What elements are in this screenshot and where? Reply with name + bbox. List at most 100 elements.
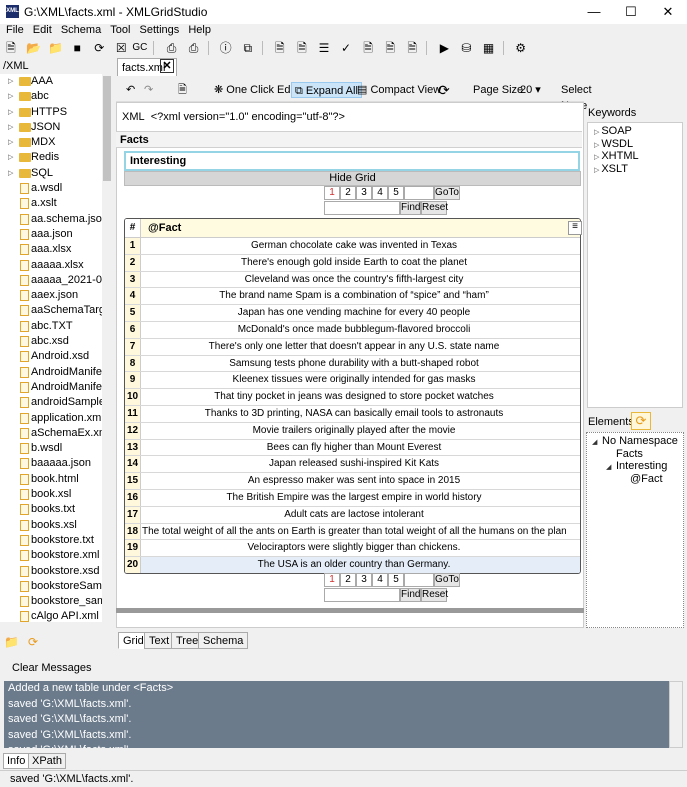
close-tab-icon[interactable]: ✕ (160, 59, 174, 73)
clear-messages-button[interactable]: Clear Messages (12, 662, 91, 674)
fact-cell[interactable]: Velociraptors were slightly bigger than … (142, 540, 566, 556)
file-item[interactable]: AndroidManifest (0, 365, 112, 380)
folder-item[interactable]: ▷ abc (0, 89, 112, 104)
fact-cell[interactable]: German chocolate cake was invented in Te… (142, 238, 566, 254)
run-icon[interactable]: ▶ (437, 41, 451, 55)
row-number[interactable]: 9 (125, 372, 141, 389)
file-item[interactable]: aSchemaEx.xml (0, 426, 112, 441)
table-row[interactable]: 18 The total weight of all the ants on Ea… (125, 523, 580, 541)
page-3-button[interactable]: 3 (356, 573, 372, 587)
element-node[interactable]: @Fact (620, 473, 663, 485)
collapse-caret-icon[interactable]: ◢ (592, 438, 602, 446)
folder-item[interactable]: ▷ AAA (0, 74, 112, 89)
file-tree[interactable]: ▷ AAA ▷ abc ▷ HTTPS ▷ JSON ▷ MDX ▷ Redis ▷ SQL a.wsdl a… (0, 74, 112, 622)
page-1-button[interactable]: 1 (324, 186, 340, 200)
keyword-item[interactable]: ▷ SOAP (594, 125, 632, 137)
file-item[interactable]: bookstore.xsd (0, 564, 112, 579)
table-row[interactable]: 7 There's only one letter that doesn't ap… (125, 338, 580, 356)
row-number[interactable]: 14 (125, 456, 141, 473)
open-folder-icon[interactable]: 📁 (4, 635, 19, 649)
row-number[interactable]: 1 (125, 238, 141, 254)
goto-input[interactable] (404, 186, 434, 200)
fact-cell[interactable]: Japan has one vending machine for every … (142, 305, 566, 321)
gc-button[interactable]: GC (132, 42, 147, 53)
table-row[interactable]: 13 Bees can fly higher than Mount Everest (125, 439, 580, 457)
file-item[interactable]: book.html (0, 472, 112, 487)
file-item[interactable]: aaaaa_2021-09-0 (0, 273, 112, 288)
message-item[interactable]: Added a new table under <Facts> (4, 681, 683, 697)
open-file-icon[interactable]: 📁 (48, 41, 63, 55)
expand-caret-icon[interactable]: ▷ (8, 150, 13, 165)
file-item[interactable]: application.xml (0, 411, 112, 426)
fact-cell[interactable]: There's enough gold inside Earth to coat… (142, 255, 566, 271)
folder-item[interactable]: ▷ SQL (0, 166, 112, 181)
file-tree-scroll-thumb[interactable] (103, 76, 111, 181)
page-2-button[interactable]: 2 (340, 573, 356, 587)
expand-all-button[interactable]: ⧉ Expand All (291, 82, 362, 98)
fact-cell[interactable]: That tiny pocket in jeans was designed t… (142, 389, 566, 405)
row-number[interactable]: 15 (125, 473, 141, 489)
row-number[interactable]: 3 (125, 271, 141, 288)
folder-item[interactable]: ▷ HTTPS (0, 105, 112, 120)
table-row[interactable]: 19 Velociraptors were slightly bigger tha… (125, 540, 580, 558)
file-item[interactable]: aaa.xlsx (0, 242, 112, 257)
row-number[interactable]: 20 (125, 557, 141, 573)
table-row[interactable]: 12 Movie trailers originally played after… (125, 422, 580, 440)
row-number[interactable]: 18 (125, 523, 141, 540)
refresh-elements-icon[interactable]: ⟳ (631, 412, 651, 430)
table-row[interactable]: 2 There's enough gold inside Earth to coa… (125, 254, 580, 272)
fact-cell[interactable]: Adult cats are lactose intolerant (142, 507, 566, 523)
print-preview-icon[interactable]: ⎙ (187, 41, 201, 55)
find-button[interactable]: Find (400, 588, 421, 602)
folder-item[interactable]: ▷ MDX (0, 135, 112, 150)
folder-item[interactable]: ▷ Redis (0, 150, 112, 165)
tab-xpath[interactable]: XPath (28, 753, 66, 769)
fact-cell[interactable]: An espresso maker was sent into space in… (142, 473, 566, 489)
save-icon[interactable]: ■ (70, 41, 84, 55)
message-item[interactable]: saved 'G:\XML\facts.xml'. (4, 728, 683, 744)
refresh-icon[interactable]: ⟳ (92, 41, 106, 55)
print-icon[interactable]: ⎙ (165, 41, 179, 55)
goto-input[interactable] (404, 573, 434, 587)
file-item[interactable]: abc.xsd (0, 334, 112, 349)
file-item[interactable]: aaa.json (0, 227, 112, 242)
close-window-icon[interactable]: ✕ (649, 0, 687, 24)
fact-cell[interactable]: Thanks to 3D printing, NASA can basicall… (142, 406, 566, 422)
menu-settings[interactable]: Settings (140, 24, 180, 36)
keyword-item[interactable]: ▷ WSDL (594, 138, 633, 150)
fact-cell[interactable]: There's only one letter that doesn't app… (142, 339, 566, 355)
table-icon[interactable]: ▦ (482, 41, 496, 55)
element-node[interactable]: Facts (606, 448, 643, 460)
element-node[interactable]: ◢ No Namespace (592, 435, 678, 447)
table-row[interactable]: 10 That tiny pocket in jeans was designed… (125, 389, 580, 406)
table-row[interactable]: 3 Cleveland was once the country's fifth-… (125, 271, 580, 289)
database-icon[interactable]: ⛁ (459, 41, 473, 55)
file-item[interactable]: baaaaa.json (0, 456, 112, 471)
row-number[interactable]: 12 (125, 422, 141, 439)
file-item[interactable]: a.wsdl (0, 181, 112, 196)
row-number[interactable]: 11 (125, 406, 141, 422)
column-header-fact[interactable]: @Fact (148, 222, 181, 234)
reset-button[interactable]: Reset (421, 201, 448, 215)
file-item[interactable]: a.xslt (0, 196, 112, 211)
check-icon[interactable]: ✓ (339, 41, 353, 55)
root-element-facts[interactable]: Facts (116, 131, 582, 148)
file-item[interactable]: books.txt (0, 502, 112, 517)
table-row[interactable]: 8 Samsung tests phone durability with a b… (125, 355, 580, 373)
menu-help[interactable]: Help (188, 24, 211, 36)
message-item[interactable]: saved 'G:\XML\facts.xml'. (4, 697, 683, 713)
file-item[interactable]: bookstoreSampl (0, 579, 112, 594)
goto-button[interactable]: GoTo (434, 573, 460, 587)
copy-icon[interactable]: ⧉ (241, 41, 255, 55)
fact-cell[interactable]: Japan released sushi-inspired Kit Kats (142, 456, 566, 472)
fact-cell[interactable]: The total weight of all the ants on Eart… (142, 524, 566, 540)
row-number[interactable]: 10 (125, 389, 141, 405)
expand-caret-icon[interactable]: ▷ (8, 120, 13, 135)
expand-caret-icon[interactable]: ▷ (8, 89, 13, 104)
list-icon[interactable]: ☰ (317, 41, 331, 55)
file-item[interactable]: b.wsdl (0, 441, 112, 456)
message-item[interactable]: saved 'G:\XML\facts.xml'. (4, 743, 683, 748)
one-click-edit-button[interactable]: ❋ One Click Edit (214, 82, 296, 98)
expand-caret-icon[interactable]: ▷ (8, 74, 13, 89)
redo-icon[interactable]: ↷ (144, 82, 153, 98)
